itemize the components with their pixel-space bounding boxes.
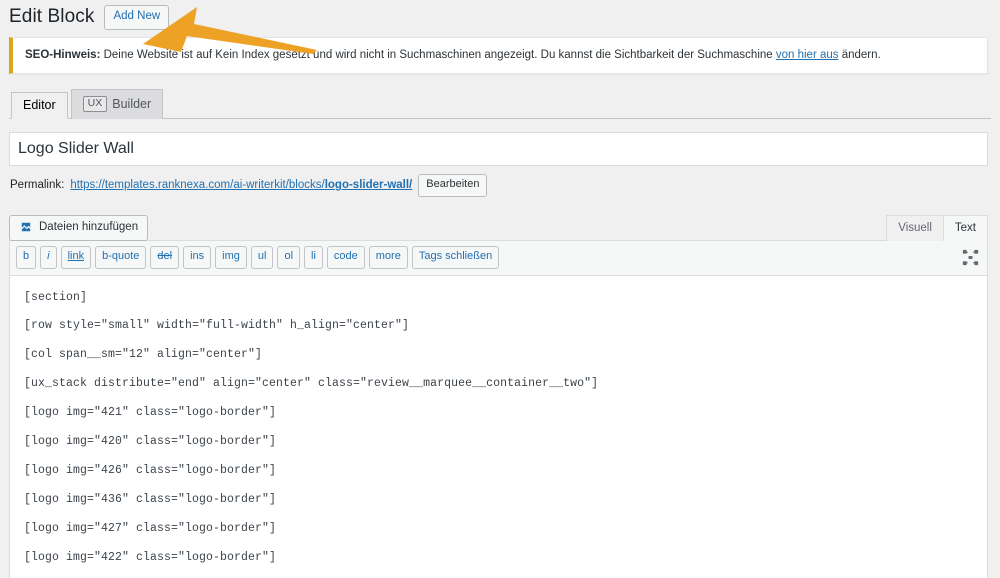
notice-text-after: ändern. — [838, 49, 881, 61]
code-line: [ux_stack distribute="end" align="center… — [24, 377, 599, 391]
quicktag-more[interactable]: more — [368, 245, 408, 269]
page-header: Edit Block Add New — [0, 0, 1000, 30]
post-title-input[interactable] — [9, 132, 988, 167]
code-line: [logo img="426" class="logo-border"] — [24, 464, 277, 478]
quicktag-b-quote[interactable]: b-quote — [95, 245, 147, 269]
tab-ux-builder[interactable]: UX Builder — [70, 88, 164, 120]
quicktag-del[interactable]: del — [150, 245, 180, 269]
nav-tab-bar: Editor UX Builder — [9, 88, 991, 120]
code-line: [section] — [24, 290, 88, 304]
admin-page: Edit Block Add New SEO-Hinweis: Deine We… — [0, 0, 1000, 578]
quicktag-b[interactable]: b — [16, 245, 37, 269]
quicktag-link[interactable]: link — [60, 245, 92, 269]
tab-editor-label: Editor — [23, 97, 56, 112]
add-media-label: Dateien hinzufügen — [39, 220, 139, 233]
page-title: Edit Block — [9, 6, 95, 28]
media-add-icon — [19, 220, 33, 234]
permalink-link[interactable]: https://templates.ranknexa.com/ai-writer… — [70, 177, 412, 193]
quicktag-close-tags[interactable]: Tags schließen — [411, 245, 500, 269]
quicktag-ol[interactable]: ol — [277, 245, 301, 269]
editor-top-row: Dateien hinzufügen Visuell Text — [9, 211, 988, 241]
notice-prefix: SEO-Hinweis: — [25, 49, 101, 61]
notice-settings-link[interactable]: von hier aus — [776, 49, 839, 61]
code-line: [logo img="427" class="logo-border"] — [24, 521, 277, 535]
tab-text[interactable]: Text — [942, 214, 988, 241]
editor-mode-tabs: Visuell Text — [886, 211, 988, 241]
add-media-button[interactable]: Dateien hinzufügen — [9, 214, 149, 241]
title-section: Permalink: https://templates.ranknexa.co… — [9, 132, 988, 197]
seo-notice: SEO-Hinweis: Deine Website ist auf Kein … — [9, 37, 988, 75]
ux-chip: UX — [82, 95, 108, 113]
fullscreen-expand-icon[interactable] — [961, 249, 979, 267]
code-line: [logo img="421" class="logo-border"] — [24, 406, 277, 420]
quicktag-li[interactable]: li — [304, 245, 323, 269]
permalink-base: https://templates.ranknexa.com/ai-writer… — [70, 179, 325, 192]
quicktag-i[interactable]: i — [40, 245, 57, 269]
add-new-button[interactable]: Add New — [104, 5, 170, 30]
tab-editor[interactable]: Editor — [11, 91, 68, 120]
code-line: [col span__sm="12" align="center"] — [24, 348, 263, 362]
editor-section: Dateien hinzufügen Visuell Text b i link… — [9, 211, 988, 578]
edit-permalink-button[interactable]: Bearbeiten — [418, 174, 488, 197]
editor-frame: b i link b-quote del ins img ul ol li co… — [9, 239, 988, 578]
quicktag-img[interactable]: img — [215, 245, 247, 269]
tab-ux-builder-label: Builder — [112, 96, 152, 111]
permalink-slug: logo-slider-wall/ — [324, 179, 413, 192]
notice-text-before: Deine Website ist auf Kein Index gesetzt… — [100, 49, 776, 61]
quicktag-code[interactable]: code — [326, 245, 365, 269]
code-line: [logo img="420" class="logo-border"] — [24, 435, 277, 449]
code-line: [logo img="436" class="logo-border"] — [24, 492, 277, 506]
tab-visual[interactable]: Visuell — [886, 214, 944, 241]
quicktags-toolbar: b i link b-quote del ins img ul ol li co… — [10, 240, 987, 276]
quicktag-ul[interactable]: ul — [250, 245, 274, 269]
permalink-label: Permalink: — [10, 179, 65, 192]
permalink-row: Permalink: https://templates.ranknexa.co… — [10, 174, 988, 197]
code-line: [logo img="422" class="logo-border"] — [24, 550, 277, 564]
code-line: [row style="small" width="full-width" h_… — [24, 319, 410, 333]
shortcode-textarea[interactable]: [section] [row style="small" width="full… — [10, 275, 987, 578]
quicktag-ins[interactable]: ins — [183, 245, 212, 269]
